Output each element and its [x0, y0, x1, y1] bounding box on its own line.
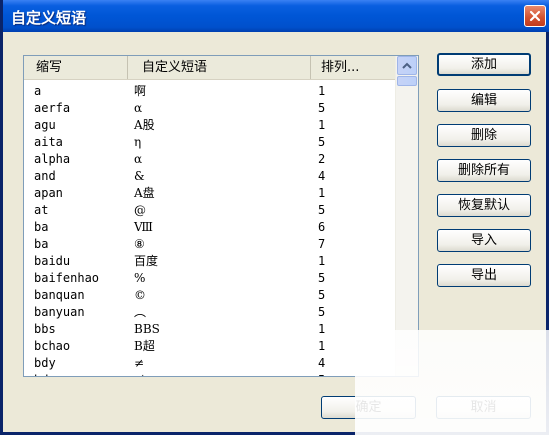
phrase-cell: Ⅷ — [134, 220, 153, 234]
abbrev-cell: apan — [34, 186, 63, 200]
abbrev-cell: ba — [34, 220, 49, 234]
abbrev-cell: alpha — [34, 152, 71, 166]
list-item[interactable]: aita η 5 — [24, 134, 396, 151]
list-item[interactable]: banyuan ︵ 5 — [24, 304, 396, 321]
phrase-cell: α — [134, 152, 143, 166]
dialog-title: 自定义短语 — [11, 9, 87, 27]
order-cell: 5 — [318, 101, 326, 115]
list-item[interactable]: agu A股 1 — [24, 117, 396, 134]
scroll-thumb[interactable] — [397, 76, 417, 86]
phrase-cell: α — [134, 101, 143, 115]
order-cell: 2 — [318, 152, 326, 166]
phrase-cell: © — [134, 288, 146, 302]
list-item[interactable]: bdy ≠ 4 — [24, 355, 396, 372]
phrase-cell: 啊 — [134, 84, 147, 98]
list-item[interactable]: aerfa α 5 — [24, 100, 396, 117]
phrase-cell: ≯ — [134, 372, 144, 376]
order-cell: 5 — [318, 288, 326, 302]
list-item[interactable]: ba ⑧ 7 — [24, 236, 396, 253]
order-cell: 5 — [318, 135, 326, 149]
order-cell: 1 — [318, 84, 326, 98]
export-button[interactable]: 导出 — [437, 264, 531, 287]
phrase-list[interactable]: 缩写 自定义短语 排列... a 啊 1 aerfa α 5 agu A股 1 aita η 5 alp… — [23, 55, 419, 377]
phrase-cell: % — [134, 271, 146, 285]
list-item[interactable]: bbs BBS 1 — [24, 321, 396, 338]
delete-all-button[interactable]: 删除所有 — [437, 159, 531, 182]
list-item[interactable]: banquan © 5 — [24, 287, 396, 304]
list-item[interactable]: baifenhao% 5 — [24, 270, 396, 287]
abbrev-cell: bchao — [34, 339, 71, 353]
list-item[interactable]: and & 4 — [24, 168, 396, 185]
phrase-cell: 百度 — [134, 254, 159, 268]
abbrev-cell: ba — [34, 237, 49, 251]
list-item[interactable]: apan A盘 1 — [24, 185, 396, 202]
abbrev-cell: aita — [34, 135, 63, 149]
title-bar: 自定义短语 — [3, 0, 549, 32]
list-item[interactable]: at @5 — [24, 202, 396, 219]
list-header: 缩写 自定义短语 排列... — [24, 56, 396, 80]
list-item[interactable]: bchao B超 1 — [24, 338, 396, 355]
phrase-cell: B超 — [134, 339, 155, 353]
phrase-cell: BBS — [134, 322, 160, 336]
ok-button[interactable]: 确定 — [321, 396, 416, 419]
import-button[interactable]: 导入 — [437, 229, 531, 252]
list-item[interactable]: baidu 百度 1 — [24, 253, 396, 270]
restore-default-button[interactable]: 恢复默认 — [437, 194, 531, 217]
column-header-phrase[interactable]: 自定义短语 — [128, 56, 311, 79]
order-cell: 1 — [318, 254, 326, 268]
order-cell: 4 — [318, 169, 326, 183]
order-cell: 5 — [318, 305, 326, 319]
list-item[interactable]: alpha α 2 — [24, 151, 396, 168]
phrase-cell: ︵ — [134, 305, 147, 319]
order-cell: 1 — [318, 322, 326, 336]
dialog-window: 自定义短语 缩写 自定义短语 排列... a 啊 1 aerfa α 5 agu A股 1 ait… — [0, 0, 549, 435]
abbrev-cell: bdy — [34, 372, 56, 376]
abbrev-cell: bdy — [34, 356, 56, 370]
abbrev-cell: baifenhao — [34, 271, 100, 285]
order-cell: 1 — [318, 186, 326, 200]
cancel-button[interactable]: 取消 — [436, 396, 531, 419]
phrase-cell: A股 — [134, 118, 155, 132]
phrase-cell: @ — [134, 203, 146, 217]
vertical-scrollbar[interactable] — [395, 56, 418, 376]
abbrev-cell: aerfa — [34, 101, 71, 115]
abbrev-cell: a — [34, 84, 42, 98]
phrase-cell: ≠ — [134, 356, 145, 370]
abbrev-cell: banquan — [34, 288, 85, 302]
order-cell: 4 — [318, 356, 326, 370]
list-item[interactable]: bdy ≯ 5 — [24, 372, 396, 376]
delete-button[interactable]: 删除 — [437, 124, 531, 147]
phrase-cell: A盘 — [134, 186, 155, 200]
edit-button[interactable]: 编辑 — [437, 89, 531, 112]
close-button[interactable] — [524, 5, 546, 27]
abbrev-cell: bbs — [34, 322, 56, 336]
phrase-cell: & — [134, 169, 145, 183]
close-icon — [529, 10, 541, 22]
list-item[interactable]: ba Ⅷ 6 — [24, 219, 396, 236]
abbrev-cell: at — [34, 203, 49, 217]
column-header-order[interactable]: 排列... — [311, 56, 396, 79]
order-cell: 5 — [318, 203, 326, 217]
column-header-abbrev[interactable]: 缩写 — [24, 56, 128, 79]
order-cell: 5 — [318, 372, 325, 376]
chevron-up-icon — [402, 62, 412, 69]
phrase-cell: η — [134, 135, 142, 149]
add-button[interactable]: 添加 — [437, 53, 531, 76]
order-cell: 1 — [318, 118, 326, 132]
list-item[interactable]: a 啊 1 — [24, 83, 396, 100]
abbrev-cell: and — [34, 169, 56, 183]
scroll-up-button[interactable] — [397, 56, 417, 75]
order-cell: 6 — [318, 220, 326, 234]
abbrev-cell: agu — [34, 118, 56, 132]
order-cell: 1 — [318, 339, 326, 353]
list-rows: a 啊 1 aerfa α 5 agu A股 1 aita η 5 alpha α 2 and & 4 apan A盘… — [24, 83, 396, 376]
abbrev-cell: baidu — [34, 254, 71, 268]
phrase-cell: ⑧ — [134, 237, 145, 251]
order-cell: 5 — [318, 271, 326, 285]
abbrev-cell: banyuan — [34, 305, 85, 319]
order-cell: 7 — [318, 237, 326, 251]
